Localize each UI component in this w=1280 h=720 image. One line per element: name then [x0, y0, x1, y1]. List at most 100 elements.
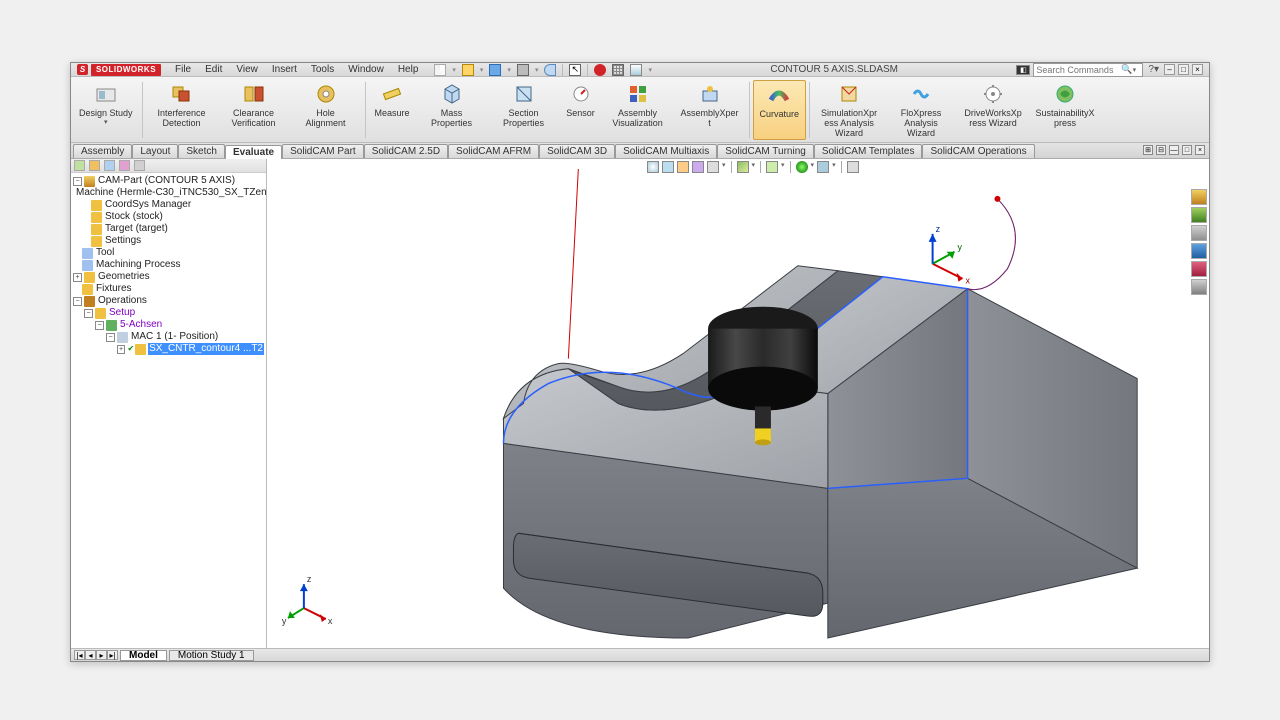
section-view-icon[interactable]	[692, 161, 704, 173]
close-button[interactable]: ×	[1192, 64, 1203, 75]
search-commands-box[interactable]: 🔍 ▾	[1033, 63, 1143, 77]
view-normal-icon[interactable]: ⊞	[1143, 145, 1153, 155]
tab-layout[interactable]: Layout	[132, 144, 178, 158]
design-study-button[interactable]: Design Study▾	[73, 80, 139, 140]
tree-geometries[interactable]: Geometries	[97, 271, 151, 283]
new-icon[interactable]	[434, 64, 446, 76]
hole-alignment-button[interactable]: Hole Alignment	[290, 80, 362, 140]
feature-tree[interactable]: −CAM-Part (CONTOUR 5 AXIS) Machine (Herm…	[71, 173, 266, 357]
open-icon[interactable]	[462, 64, 474, 76]
file-explorer-tab-icon[interactable]	[1191, 225, 1207, 241]
measure-button[interactable]: Measure	[369, 80, 416, 140]
tab-solidcam-afrm[interactable]: SolidCAM AFRM	[448, 144, 539, 158]
view-restore-icon[interactable]: □	[1182, 145, 1192, 155]
restore-button[interactable]: □	[1178, 64, 1189, 75]
mass-properties-button[interactable]: Mass Properties	[416, 80, 488, 140]
design-library-tab-icon[interactable]	[1191, 207, 1207, 223]
view-triad[interactable]: x y z	[282, 574, 333, 626]
assembly-xpert-button[interactable]: AssemblyXpert	[674, 80, 746, 140]
tree-view-icon[interactable]	[89, 160, 100, 171]
tree-filter-icon[interactable]	[74, 160, 85, 171]
tree-display-icon[interactable]	[119, 160, 130, 171]
floxpress-button[interactable]: FloXpress Analysis Wizard	[885, 80, 957, 140]
tree-root[interactable]: CAM-Part (CONTOUR 5 AXIS)	[97, 175, 236, 187]
tree-target[interactable]: Target (target)	[104, 223, 169, 235]
menu-window[interactable]: Window	[342, 63, 390, 76]
menu-edit[interactable]: Edit	[199, 63, 228, 76]
graphics-viewport[interactable]: ▾ ▾ ▾ ▾ ▾	[267, 159, 1209, 648]
tree-machproc[interactable]: Machining Process	[95, 259, 181, 271]
menu-insert[interactable]: Insert	[266, 63, 303, 76]
tree-5achsen[interactable]: 5-Achsen	[119, 319, 163, 331]
tab-sketch[interactable]: Sketch	[178, 144, 225, 158]
zoom-fit-icon[interactable]	[647, 161, 659, 173]
view-tile-icon[interactable]: ⊟	[1156, 145, 1166, 155]
nav-next-button[interactable]: ▸	[96, 650, 107, 660]
tree-selected-op[interactable]: SX_CNTR_contour4 ...T2	[148, 343, 264, 355]
print-icon[interactable]	[517, 64, 529, 76]
simulationxpress-button[interactable]: SimulationXpress Analysis Wizard	[813, 80, 885, 140]
nav-prev-button[interactable]: ◂	[85, 650, 96, 660]
section-properties-button[interactable]: Section Properties	[488, 80, 560, 140]
status-tab-motion[interactable]: Motion Study 1	[169, 650, 254, 661]
help-icon[interactable]: ?▾	[1146, 64, 1161, 75]
nav-first-button[interactable]: |◂	[74, 650, 85, 660]
clearance-verification-button[interactable]: Clearance Verification	[218, 80, 290, 140]
tab-solidcam-operations[interactable]: SolidCAM Operations	[922, 144, 1034, 158]
custom-props-tab-icon[interactable]	[1191, 279, 1207, 295]
scene-icon[interactable]	[817, 161, 829, 173]
hide-show-icon[interactable]	[766, 161, 778, 173]
tab-solidcam-turning[interactable]: SolidCAM Turning	[717, 144, 814, 158]
view-orient-icon[interactable]	[707, 161, 719, 173]
tree-tool[interactable]: Tool	[95, 247, 115, 259]
appearances-tab-icon[interactable]	[1191, 261, 1207, 277]
select-icon[interactable]: ↖	[569, 64, 581, 76]
undo-icon[interactable]	[544, 64, 556, 76]
tree-coordsys[interactable]: CoordSys Manager	[104, 199, 192, 211]
prev-view-icon[interactable]	[677, 161, 689, 173]
tab-assembly[interactable]: Assembly	[73, 144, 132, 158]
minimize-button[interactable]: –	[1164, 64, 1175, 75]
display-style-icon[interactable]	[737, 161, 749, 173]
tree-machine[interactable]: Machine (Hermle-C30_iTNC530_SX_TZeng)	[75, 187, 267, 199]
tree-config-icon[interactable]	[104, 160, 115, 171]
options-icon[interactable]	[612, 64, 624, 76]
view-settings-icon[interactable]	[847, 161, 859, 173]
rebuild-icon[interactable]	[594, 64, 606, 76]
zoom-area-icon[interactable]	[662, 161, 674, 173]
screen-capture-icon[interactable]	[630, 64, 642, 76]
view-palette-tab-icon[interactable]	[1191, 243, 1207, 259]
tab-evaluate[interactable]: Evaluate	[225, 145, 282, 159]
tab-solidcam-25d[interactable]: SolidCAM 2.5D	[364, 144, 448, 158]
tab-solidcam-3d[interactable]: SolidCAM 3D	[539, 144, 615, 158]
tree-settings[interactable]: Settings	[104, 235, 142, 247]
status-tab-model[interactable]: Model	[120, 650, 167, 661]
tab-solidcam-part[interactable]: SolidCAM Part	[282, 144, 364, 158]
menu-file[interactable]: File	[169, 63, 197, 76]
tab-solidcam-templates[interactable]: SolidCAM Templates	[814, 144, 923, 158]
tree-setup[interactable]: Setup	[108, 307, 136, 319]
resources-tab-icon[interactable]	[1191, 189, 1207, 205]
sensor-button[interactable]: Sensor	[560, 80, 602, 140]
tree-operations[interactable]: Operations	[97, 295, 148, 307]
search-type-icon[interactable]: ◧	[1016, 65, 1030, 75]
menu-view[interactable]: View	[230, 63, 264, 76]
tree-fixtures[interactable]: Fixtures	[95, 283, 133, 295]
view-close-icon[interactable]: ×	[1195, 145, 1205, 155]
tree-mac1[interactable]: MAC 1 (1- Position)	[130, 331, 219, 343]
menu-tools[interactable]: Tools	[305, 63, 340, 76]
appearance-icon[interactable]	[796, 161, 808, 173]
assembly-visualization-button[interactable]: Assembly Visualization	[602, 80, 674, 140]
search-input[interactable]	[1036, 65, 1121, 75]
nav-last-button[interactable]: ▸|	[107, 650, 118, 660]
driveworksxpress-button[interactable]: DriveWorksXpress Wizard	[957, 80, 1029, 140]
curvature-button[interactable]: Curvature	[753, 80, 807, 140]
interference-detection-button[interactable]: Interference Detection	[146, 80, 218, 140]
tree-stock[interactable]: Stock (stock)	[104, 211, 164, 223]
search-icon[interactable]: 🔍	[1121, 64, 1132, 75]
save-icon[interactable]	[489, 64, 501, 76]
view-collapse-icon[interactable]: —	[1169, 145, 1179, 155]
tree-hide-icon[interactable]	[134, 160, 145, 171]
tab-solidcam-multiaxis[interactable]: SolidCAM Multiaxis	[615, 144, 717, 158]
sustainabilityxpress-button[interactable]: SustainabilityXpress	[1029, 80, 1101, 140]
